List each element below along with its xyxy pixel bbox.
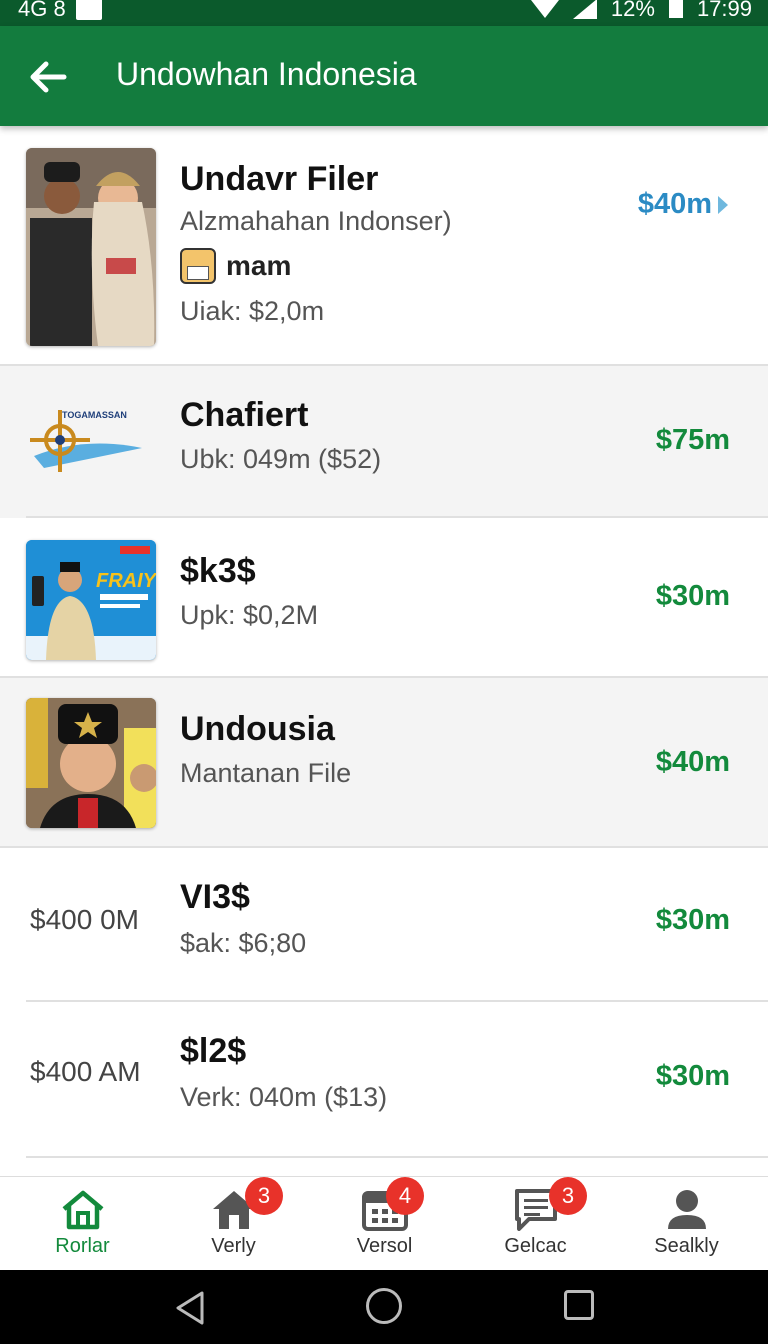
nav-label: Verly xyxy=(211,1235,256,1257)
item-subtitle: $ak: $6;80 xyxy=(180,928,307,958)
list-item[interactable]: TOGAMASSAN Chafiert Ubk: 049m ($52) $75m xyxy=(0,366,768,518)
signal-icon xyxy=(572,0,597,19)
item-tag-label: mam xyxy=(226,250,292,281)
list-item[interactable]: $400 0M VI3$ $ak: $6;80 $30m xyxy=(0,848,768,1002)
poster-text: FRAIY xyxy=(96,570,156,592)
bottom-nav: Rorlar 3 Verly 4 Versol 3 Gelcac Sealkly xyxy=(0,1176,768,1270)
item-title: $l2$ xyxy=(180,1032,247,1070)
item-leading-text: $400 AM xyxy=(30,1056,141,1087)
list-item[interactable]: FRAIY $k3$ Upk: $0,2M $30m xyxy=(0,518,768,678)
item-subtitle: Mantanan File xyxy=(180,758,352,788)
nav-label: Versol xyxy=(356,1235,413,1257)
back-button[interactable] xyxy=(24,52,74,102)
item-price-value: $40m xyxy=(637,188,712,220)
item-leading-text: $400 0M xyxy=(30,904,139,935)
nav-item-verly[interactable]: 3 Verly xyxy=(157,1177,310,1271)
person-icon xyxy=(667,1190,706,1229)
item-price: $30m xyxy=(655,904,730,936)
thumbnail-photo xyxy=(26,698,156,828)
item-price: $40m xyxy=(655,746,730,778)
item-title: VI3$ xyxy=(180,878,250,916)
wifi-icon xyxy=(530,0,559,18)
notification-badge: 3 xyxy=(549,1177,587,1215)
item-subtitle: Upk: $0,2M xyxy=(180,600,319,630)
photo-man-hat-image xyxy=(26,698,156,828)
system-recents-icon[interactable] xyxy=(564,1290,594,1320)
status-left: 4G 8 xyxy=(18,0,102,22)
system-nav-bar xyxy=(0,1270,768,1344)
system-home-icon[interactable] xyxy=(366,1288,402,1324)
status-right: 12% 17:99 xyxy=(530,0,752,22)
item-price: $75m xyxy=(655,424,730,456)
nav-label: Rorlar xyxy=(55,1235,110,1257)
page-title: Undowhan Indonesia xyxy=(116,56,417,92)
arrow-left-icon xyxy=(30,61,67,93)
item-title: Undavr Filer xyxy=(180,160,379,198)
item-price: $40m xyxy=(638,188,728,221)
battery-percent: 12% xyxy=(610,0,655,21)
nav-item-versol[interactable]: 4 Versol xyxy=(308,1177,461,1271)
item-subtitle: Alzmahahan Indonser) xyxy=(180,206,452,236)
logo-text: TOGAMASSAN xyxy=(62,410,127,420)
battery-icon xyxy=(668,0,683,18)
item-tag: mam xyxy=(180,248,291,284)
item-list: Undavr Filer Alzmahahan Indonser) mam Ui… xyxy=(0,128,768,1176)
logo-ship-wheel: TOGAMASSAN xyxy=(24,396,148,478)
ship-wheel-icon xyxy=(30,410,142,472)
chevron-right-icon xyxy=(718,196,728,215)
nav-item-gelcac[interactable]: 3 Gelcac xyxy=(459,1177,612,1271)
item-detail: Uiak: $2,0m xyxy=(180,296,325,326)
nav-label: Gelcac xyxy=(504,1235,567,1257)
nav-label: Sealkly xyxy=(654,1235,719,1257)
item-title: Undousia xyxy=(180,710,335,748)
notification-icon xyxy=(75,0,102,20)
divider xyxy=(26,1156,768,1158)
item-title: $k3$ xyxy=(180,552,256,590)
item-subtitle: Ubk: 049m ($52) xyxy=(180,444,382,474)
notification-badge: 3 xyxy=(245,1177,283,1215)
photo-couple-image xyxy=(26,148,156,346)
wallet-icon xyxy=(180,248,216,284)
item-subtitle: Verk: 040m ($13) xyxy=(180,1082,388,1112)
item-price: $30m xyxy=(655,580,730,612)
thumbnail-poster: FRAIY xyxy=(26,540,156,660)
status-left-text: 4G 8 xyxy=(18,0,66,21)
clock: 17:99 xyxy=(696,0,752,21)
poster-image xyxy=(26,540,156,660)
status-bar: 4G 8 12% 17:99 xyxy=(0,0,768,26)
list-item[interactable]: $400 AM $l2$ Verk: 040m ($13) $30m xyxy=(0,1002,768,1158)
notification-badge: 4 xyxy=(386,1177,424,1215)
list-item[interactable]: Undavr Filer Alzmahahan Indonser) mam Ui… xyxy=(0,128,768,366)
app-bar: Undowhan Indonesia xyxy=(0,26,768,126)
system-back-icon[interactable] xyxy=(174,1290,206,1326)
nav-item-sealkly[interactable]: Sealkly xyxy=(610,1177,763,1271)
home-icon xyxy=(62,1190,103,1230)
list-item[interactable]: Undousia Mantanan File $40m xyxy=(0,678,768,848)
nav-item-rorlar[interactable]: Rorlar xyxy=(6,1177,159,1271)
item-title: Chafiert xyxy=(180,396,309,434)
item-price: $30m xyxy=(655,1060,730,1092)
thumbnail-photo xyxy=(26,148,156,346)
